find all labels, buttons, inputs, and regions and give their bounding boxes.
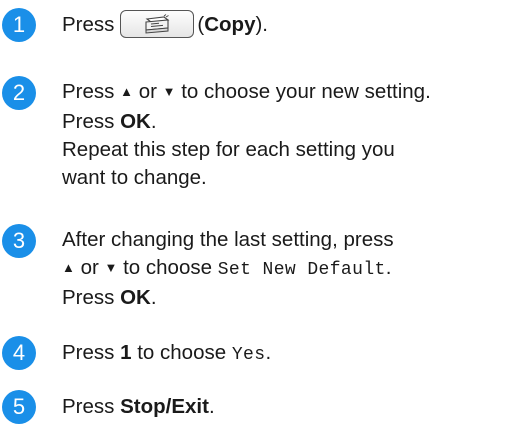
press-word: Press — [62, 395, 115, 418]
step-line: After changing the last setting, press — [62, 228, 394, 251]
lcd-menu-value: Set New Default — [217, 260, 386, 280]
period: . — [385, 256, 392, 279]
period: . — [150, 110, 157, 133]
press-word: Press — [62, 80, 115, 103]
step-line: Press OK. — [62, 108, 530, 136]
period: . — [150, 286, 157, 309]
or-word: or — [138, 80, 157, 103]
number-key-label: 1 — [120, 341, 132, 364]
step-line: Press ▲ or ▼ to choose your new setting. — [62, 78, 530, 108]
up-arrow-icon: ▲ — [62, 260, 75, 275]
step-number-badge: 2 — [2, 76, 36, 110]
copy-machine-icon — [145, 13, 170, 34]
or-word: or — [80, 256, 99, 279]
step-text: Press Stop/Exit. — [62, 393, 530, 421]
period: . — [265, 341, 272, 364]
step-line: Press (Copy). — [62, 9, 530, 40]
stop-exit-key-label: Stop/Exit — [120, 395, 209, 418]
instruction-text: to choose — [123, 256, 212, 279]
instruction-text: to choose — [137, 341, 227, 364]
key-name-copy: Copy — [204, 13, 256, 36]
press-word: Press — [62, 110, 115, 133]
step-text: Press 1 to choose Yes. — [62, 339, 530, 369]
step-text: Press (Copy). — [62, 9, 530, 40]
step-line: Repeat this step for each setting you — [62, 138, 395, 161]
step-line: Press 1 to choose Yes. — [62, 339, 530, 369]
step-number-badge: 4 — [2, 336, 36, 370]
up-arrow-icon: ▲ — [120, 84, 133, 99]
ok-key-label: OK — [120, 286, 151, 309]
press-word: Press — [62, 286, 115, 309]
step-text: Press ▲ or ▼ to choose your new setting.… — [62, 78, 530, 192]
period: . — [208, 395, 215, 418]
down-arrow-icon: ▼ — [104, 260, 118, 275]
step-text: After changing the last setting, press ▲… — [62, 226, 530, 312]
paren-close: ). — [255, 13, 269, 36]
step-number-badge: 1 — [2, 8, 36, 42]
step-line: Press Stop/Exit. — [62, 393, 530, 421]
press-word: Press — [62, 13, 115, 36]
press-word: Press — [62, 341, 115, 364]
step-line: ▲ or ▼ to choose Set New Default. — [62, 254, 530, 284]
copy-key-button — [120, 9, 195, 38]
ok-key-label: OK — [120, 110, 151, 133]
instruction-text: to choose your new setting. — [181, 80, 431, 103]
step-line: Press OK. — [62, 284, 530, 312]
step-number-badge: 3 — [2, 224, 36, 258]
down-arrow-icon: ▼ — [162, 84, 176, 99]
step-line: want to change. — [62, 166, 207, 189]
step-number-badge: 5 — [2, 390, 36, 424]
lcd-menu-value: Yes — [231, 345, 266, 365]
